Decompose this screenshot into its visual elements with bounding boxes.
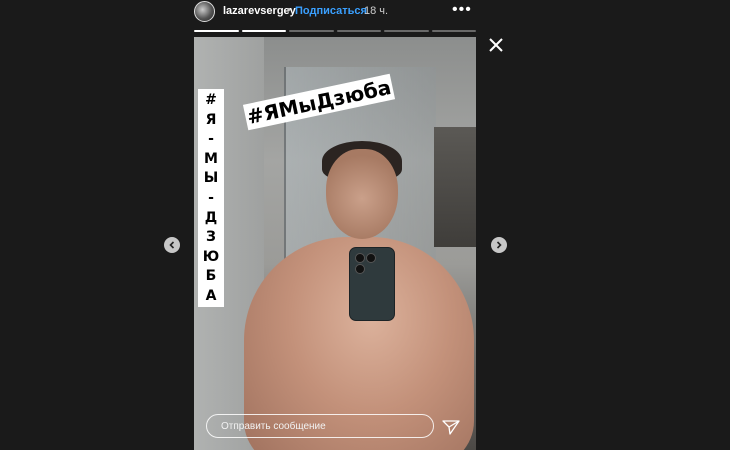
close-icon[interactable] (486, 35, 506, 55)
sticker-letter: З (206, 229, 216, 246)
sticker-letter: А (205, 287, 217, 304)
sticker-letter: Д (204, 209, 218, 226)
more-icon[interactable]: ••• (452, 1, 472, 19)
story-time: 18 ч. (364, 5, 389, 17)
send-icon[interactable] (441, 417, 461, 437)
header-separator: • (287, 4, 291, 16)
progress-segment (384, 30, 429, 32)
progress-segment (431, 30, 476, 32)
sticker-letter: Ы (203, 170, 219, 187)
progress-segment (194, 30, 239, 32)
prev-story-button[interactable] (164, 237, 180, 253)
sticker-letter: # (205, 92, 217, 108)
reply-input[interactable]: Отправить сообщение (206, 414, 434, 438)
sticker-letter: М (204, 150, 218, 167)
progress-segment (289, 30, 334, 32)
photo-shelf (434, 127, 476, 247)
story-progress (194, 30, 476, 32)
photo-phone (349, 247, 395, 321)
story-media[interactable]: #ЯМыДзюба # Я - М Ы - Д З Ю Б А Отправить сообщени… (194, 37, 476, 450)
story-header: lazarevsergey • Подписаться 18 ч. ••• (194, 0, 476, 22)
progress-segment (336, 30, 381, 32)
photo-person-head (326, 149, 398, 239)
follow-button[interactable]: Подписаться (295, 5, 367, 17)
sticker-letter: Б (205, 268, 217, 285)
vertical-hashtag-sticker: # Я - М Ы - Д З Ю Б А (198, 89, 224, 307)
chevron-left-icon (169, 241, 175, 249)
sticker-letter: - (208, 189, 214, 206)
avatar[interactable] (194, 1, 215, 22)
sticker-letter: Ю (202, 248, 220, 265)
progress-segment (241, 30, 286, 32)
username[interactable]: lazarevsergey (223, 5, 296, 17)
chevron-right-icon (496, 241, 502, 249)
sticker-letter: - (208, 131, 214, 148)
next-story-button[interactable] (491, 237, 507, 253)
sticker-letter: Я (205, 111, 217, 128)
